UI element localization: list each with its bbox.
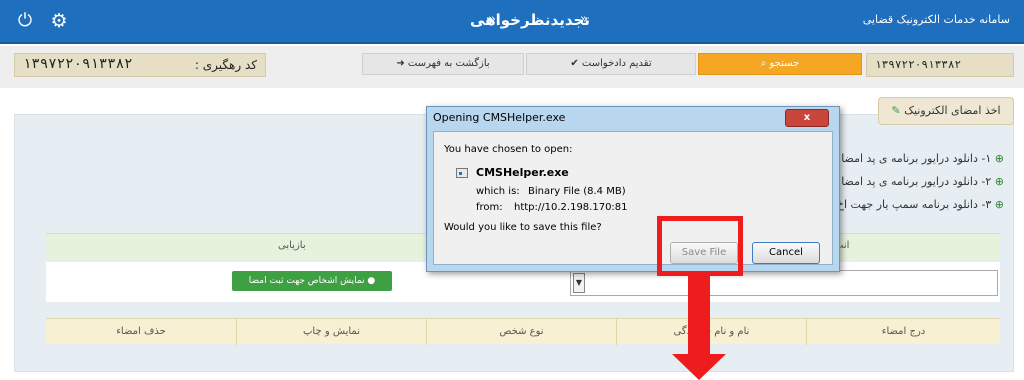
col-person-type: نوع شخص: [426, 319, 616, 345]
annotation-arrow-shaft: [688, 276, 710, 356]
arrow-icon: ➜: [396, 58, 405, 69]
back-button-label: بازگشت به فهرست: [407, 58, 490, 69]
download-num: ۲-: [981, 175, 992, 188]
file-type-value: Binary File (8.4 MB): [528, 186, 626, 197]
power-icon[interactable]: ⏻: [14, 10, 36, 32]
gear-icon[interactable]: ⚙: [48, 10, 70, 32]
close-button[interactable]: x: [785, 109, 829, 127]
download-link-1[interactable]: ⊕ ۱- دانلود درایور برنامه ی پد امضا: [841, 152, 1004, 165]
col-full-name: نام و نام خانوادگی: [616, 319, 806, 345]
download-text: دانلود درایور برنامه ی پد امضا: [841, 152, 978, 165]
sign-tab-label: اخذ امضای الکترونیک: [904, 104, 1001, 117]
col-view-print: نمایش و چاپ: [236, 319, 426, 345]
download-text: دانلود برنامه سمپ یار جهت اخ: [836, 198, 978, 211]
search-button-label: جستجو: [769, 58, 800, 69]
pen-icon: ✎: [891, 104, 901, 117]
dialog-intro: You have chosen to open:: [444, 144, 573, 155]
file-source-value: http://10.2.198.170:81: [514, 202, 628, 213]
show-persons-button[interactable]: ● نمایش اشخاص جهت ثبت امضا: [232, 271, 392, 291]
check-icon: ✔: [570, 58, 579, 69]
annotation-arrow-icon: [672, 354, 726, 380]
download-num: ۱-: [981, 152, 992, 165]
col-delete-signature: حذف امضاء: [116, 326, 166, 337]
download-icon: ⊕: [994, 198, 1004, 211]
col-insert-signature: درج امضاء: [806, 319, 1000, 345]
retrieve-label: بازیابی: [278, 240, 306, 251]
submit-petition-button[interactable]: تقدیم دادخواست ✔: [526, 53, 696, 75]
file-source-label: from:: [476, 202, 503, 213]
download-icon: ⊕: [994, 175, 1004, 188]
user-icon: ●: [367, 276, 376, 286]
download-num: ۳-: [981, 198, 992, 211]
tracking-label: کد رهگیری :: [194, 58, 257, 72]
submit-button-label: تقدیم دادخواست: [581, 58, 652, 69]
cancel-button[interactable]: Cancel: [752, 242, 820, 264]
search-code-field[interactable]: ۱۳۹۷۲۲۰۹۱۳۳۸۲: [866, 53, 1014, 77]
search-button[interactable]: جستجو ⌕: [698, 53, 862, 75]
file-icon: [456, 168, 468, 178]
app-header: ⏻ ⚙ » تجدیدنظرخواهی » سامانه خدمات الکتر…: [0, 0, 1024, 44]
download-link-3[interactable]: ⊕ ۳- دانلود برنامه سمپ یار جهت اخ: [837, 198, 1004, 211]
brand-name: سامانه خدمات الکترونیک قضایی: [862, 13, 1010, 26]
back-to-list-button[interactable]: بازگشت به فهرست ➜: [362, 53, 524, 75]
dialog-question: Would you like to save this file?: [444, 222, 602, 233]
chevron-down-icon[interactable]: ▼: [573, 273, 585, 293]
page-title: تجدیدنظرخواهی: [470, 11, 590, 29]
tracking-box: ۱۳۹۷۲۲۰۹۱۳۳۸۲ کد رهگیری :: [14, 53, 266, 77]
highlight-box: [657, 216, 743, 276]
file-name: CMSHelper.exe: [476, 166, 569, 179]
tracking-code: ۱۳۹۷۲۲۰۹۱۳۳۸۲: [23, 56, 133, 72]
title-suffix: »: [580, 12, 588, 27]
file-type-label: which is:: [476, 186, 520, 197]
download-text: دانلود درایور برنامه ی پد امضا: [841, 175, 978, 188]
dialog-title: Opening CMSHelper.exe: [433, 111, 566, 124]
dialog-body: You have chosen to open: CMSHelper.exe w…: [433, 131, 833, 265]
show-persons-label: نمایش اشخاص جهت ثبت امضا: [248, 276, 365, 286]
signatures-table-header: حذف امضاء نمایش و چاپ نوع شخص نام و نام …: [46, 318, 1000, 345]
download-link-2[interactable]: ⊕ ۲- دانلود درایور برنامه ی پد امضا: [841, 175, 1004, 188]
person-select[interactable]: ▼: [570, 270, 998, 296]
search-icon: ⌕: [760, 58, 767, 69]
file-download-dialog: Opening CMSHelper.exe x You have chosen …: [426, 106, 840, 272]
download-icon: ⊕: [994, 152, 1004, 165]
tab-electronic-signature[interactable]: اخذ امضای الکترونیک ✎: [878, 97, 1014, 125]
